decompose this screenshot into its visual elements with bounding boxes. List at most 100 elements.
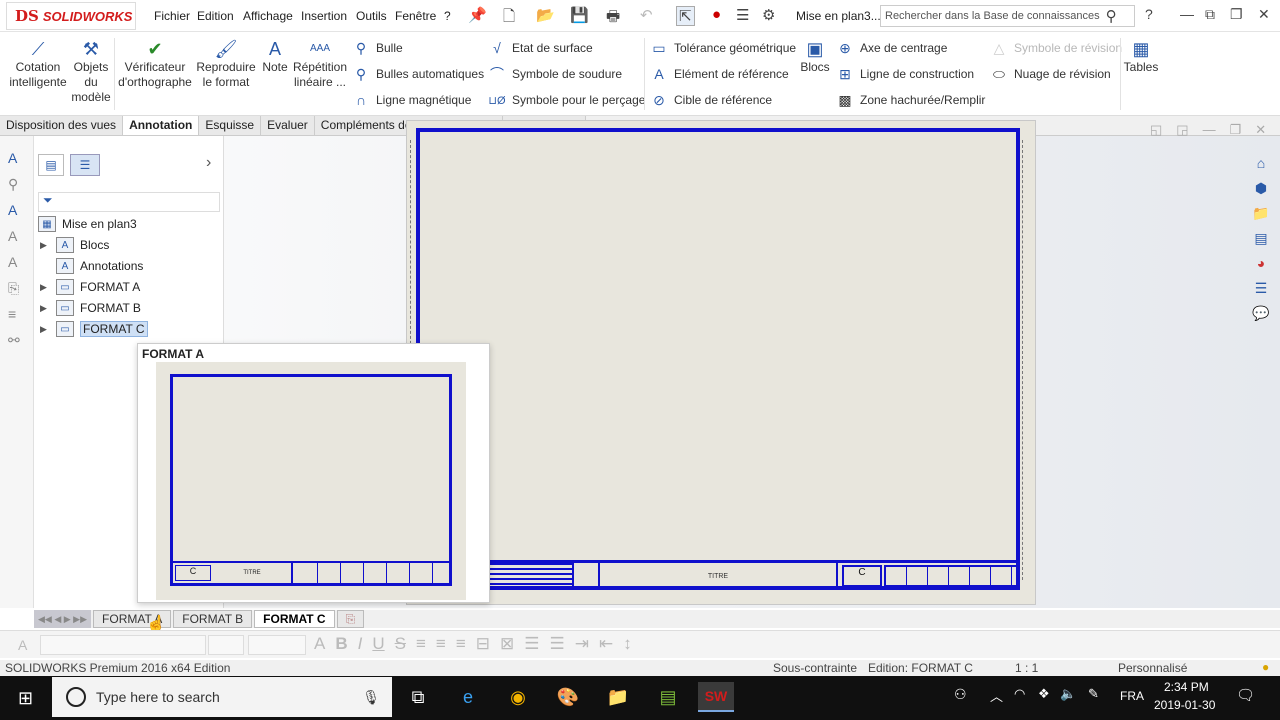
symbole-revision-button[interactable]: △ Symbole de révision	[990, 38, 1122, 58]
tree-item-annotations[interactable]: A Annotations	[40, 256, 143, 276]
menu-affichage[interactable]: Affichage	[243, 9, 293, 23]
axe-centrage-button[interactable]: ⊕ Axe de centrage	[836, 38, 985, 58]
underline-icon[interactable]: U	[372, 634, 384, 654]
verificateur-button[interactable]: ✔ Vérificateur d'orthographe	[116, 38, 194, 90]
zone-hachuree-button[interactable]: ▩ Zone hachurée/Remplir	[836, 90, 985, 110]
tab-esquisse[interactable]: Esquisse	[199, 116, 262, 135]
people-icon[interactable]: ⚇	[954, 686, 967, 703]
bullets-icon[interactable]: ☰	[524, 634, 539, 654]
stack-icon[interactable]: ⊟	[476, 634, 490, 654]
bulles-auto-button[interactable]: ⚲ Bulles automatiques	[352, 64, 484, 84]
indent-icon[interactable]: ⇥	[575, 634, 589, 654]
font-icon[interactable]: A	[314, 634, 325, 654]
task-view-icon[interactable]: ⧉	[400, 682, 436, 712]
search-icon[interactable]: ⚲	[1106, 7, 1117, 25]
close-icon[interactable]: ✕	[1258, 6, 1270, 23]
folder-icon[interactable]: 📁	[1250, 202, 1272, 224]
solidworks-taskbar-icon[interactable]: SW	[698, 682, 734, 712]
chrome-icon[interactable]: ◉	[500, 682, 536, 712]
pin-icon[interactable]: 📌	[468, 6, 487, 24]
feature-manager-tab-icon[interactable]: ▤	[38, 154, 64, 176]
solidworks-logo[interactable]: DS SOLIDWORKS	[6, 2, 136, 30]
property-manager-tab-icon[interactable]: ☰	[70, 154, 100, 176]
clock-time[interactable]: 2:34 PM	[1164, 680, 1209, 694]
sheet-tab-format-b[interactable]: FORMAT B	[173, 610, 253, 628]
numbering-icon[interactable]: ☰	[550, 634, 565, 654]
menu-fenetre[interactable]: Fenêtre	[395, 9, 436, 23]
font-select[interactable]	[40, 635, 206, 655]
wifi-icon[interactable]: ◠	[1014, 686, 1025, 702]
tree-item-blocs[interactable]: ▶ A Blocs	[40, 235, 109, 255]
align-left-icon[interactable]: ≡	[416, 634, 426, 654]
file-properties-icon[interactable]: ☰	[736, 6, 749, 24]
view-palette-icon[interactable]: ▤	[1250, 227, 1272, 249]
resources-icon[interactable]: ⬢	[1250, 177, 1272, 199]
app-icon[interactable]: ▤	[650, 682, 686, 712]
nuage-revision-button[interactable]: ⬭ Nuage de révision	[990, 64, 1122, 84]
tolerance-geometrique-button[interactable]: ▭ Tolérance géométrique	[650, 38, 796, 58]
print-icon[interactable]: 🖶	[606, 6, 620, 31]
select-icon[interactable]: ⇱	[676, 6, 695, 26]
align-center-icon[interactable]: ≡	[436, 634, 446, 654]
symbol-icon[interactable]: ⊠	[500, 634, 514, 654]
tile-icon[interactable]: ❐	[1230, 6, 1243, 23]
file-explorer-icon[interactable]: 📁	[600, 682, 636, 712]
viewport-left-icon[interactable]: ◱	[1150, 122, 1162, 138]
repetition-lineaire-button[interactable]: AAA Répétition linéaire ...	[292, 38, 348, 90]
tree-root[interactable]: ▦ Mise en plan3	[38, 214, 137, 234]
tree-item-format-c[interactable]: ▶ ▭ FORMAT C	[40, 319, 148, 339]
expand-arrow-icon[interactable]: ▶	[40, 303, 50, 314]
tab-evaluer[interactable]: Evaluer	[261, 116, 315, 135]
forum-icon[interactable]: 💬	[1250, 302, 1272, 324]
etat-surface-button[interactable]: √ Etat de surface	[488, 38, 645, 58]
text-edit-icon[interactable]: A	[8, 202, 17, 218]
element-reference-button[interactable]: A Elément de référence	[650, 64, 796, 84]
custom-properties-icon[interactable]: ☰	[1250, 277, 1272, 299]
paint-icon[interactable]: 🎨	[550, 682, 586, 712]
status-scale[interactable]: 1 : 1	[1015, 661, 1038, 675]
rebuild-icon[interactable]: ●	[1262, 660, 1269, 674]
windows-start-icon[interactable]: ⊞	[18, 688, 33, 709]
height-field[interactable]	[248, 635, 306, 655]
notification-icon[interactable]: 🗨	[1236, 686, 1255, 704]
italic-icon[interactable]: I	[358, 634, 363, 654]
clock-date[interactable]: 2019-01-30	[1154, 698, 1215, 712]
chevron-right-icon[interactable]: ›	[206, 154, 211, 172]
edge-icon[interactable]: e	[450, 682, 486, 712]
expand-arrow-icon[interactable]: ▶	[40, 240, 50, 251]
annotation-icon[interactable]: ⚲	[8, 176, 18, 193]
expand-arrow-icon[interactable]: ▶	[40, 282, 50, 293]
text-icon[interactable]: A	[18, 637, 27, 653]
cotation-intelligente-button[interactable]: ⟋ Cotation intelligente	[6, 38, 70, 90]
new-doc-icon[interactable]: 🗋	[503, 6, 515, 31]
cible-reference-button[interactable]: ⊘ Cible de référence	[650, 90, 796, 110]
strikethrough-icon[interactable]: S	[395, 634, 406, 654]
symbole-soudure-button[interactable]: ⌒ Symbole de soudure	[488, 64, 645, 84]
menu-help[interactable]: ?	[444, 9, 451, 23]
status-units[interactable]: Personnalisé	[1118, 661, 1187, 675]
viewport-restore-icon[interactable]: ❐	[1230, 122, 1242, 138]
layer-icon[interactable]: ≡	[8, 306, 16, 322]
menu-fichier[interactable]: Fichier	[154, 9, 190, 23]
text-format-icon[interactable]: A	[8, 254, 17, 270]
note-button[interactable]: A Note	[258, 38, 292, 75]
viewport-close-icon[interactable]: ✕	[1255, 122, 1266, 138]
save-icon[interactable]: 💾	[570, 6, 589, 24]
note-icon[interactable]: A	[8, 150, 17, 166]
link-icon[interactable]: ⚯	[8, 332, 20, 349]
tree-item-format-b[interactable]: ▶ ▭ FORMAT B	[40, 298, 141, 318]
options-gear-icon[interactable]: ⚙	[762, 6, 775, 24]
knowledge-base-search[interactable]: Rechercher dans la Base de connaissances…	[880, 5, 1135, 27]
tables-button[interactable]: ▦ Tables	[1124, 38, 1159, 75]
restore-icon[interactable]: ⧉	[1205, 6, 1215, 23]
outdent-icon[interactable]: ⇤	[599, 634, 613, 654]
tree-item-format-a[interactable]: ▶ ▭ FORMAT A	[40, 277, 140, 297]
tab-annotation[interactable]: Annotation	[123, 116, 200, 135]
ligne-construction-button[interactable]: ⊞ Ligne de construction	[836, 64, 985, 84]
align-right-icon[interactable]: ≡	[456, 634, 466, 654]
filter-field[interactable]: ⏷	[38, 192, 220, 212]
volume-icon[interactable]: 🔈	[1060, 686, 1076, 702]
blocs-button[interactable]: ▣ Blocs	[798, 38, 832, 75]
chevron-up-icon[interactable]: ︿	[990, 686, 1003, 705]
stamp-icon[interactable]: ⎘	[8, 280, 19, 297]
